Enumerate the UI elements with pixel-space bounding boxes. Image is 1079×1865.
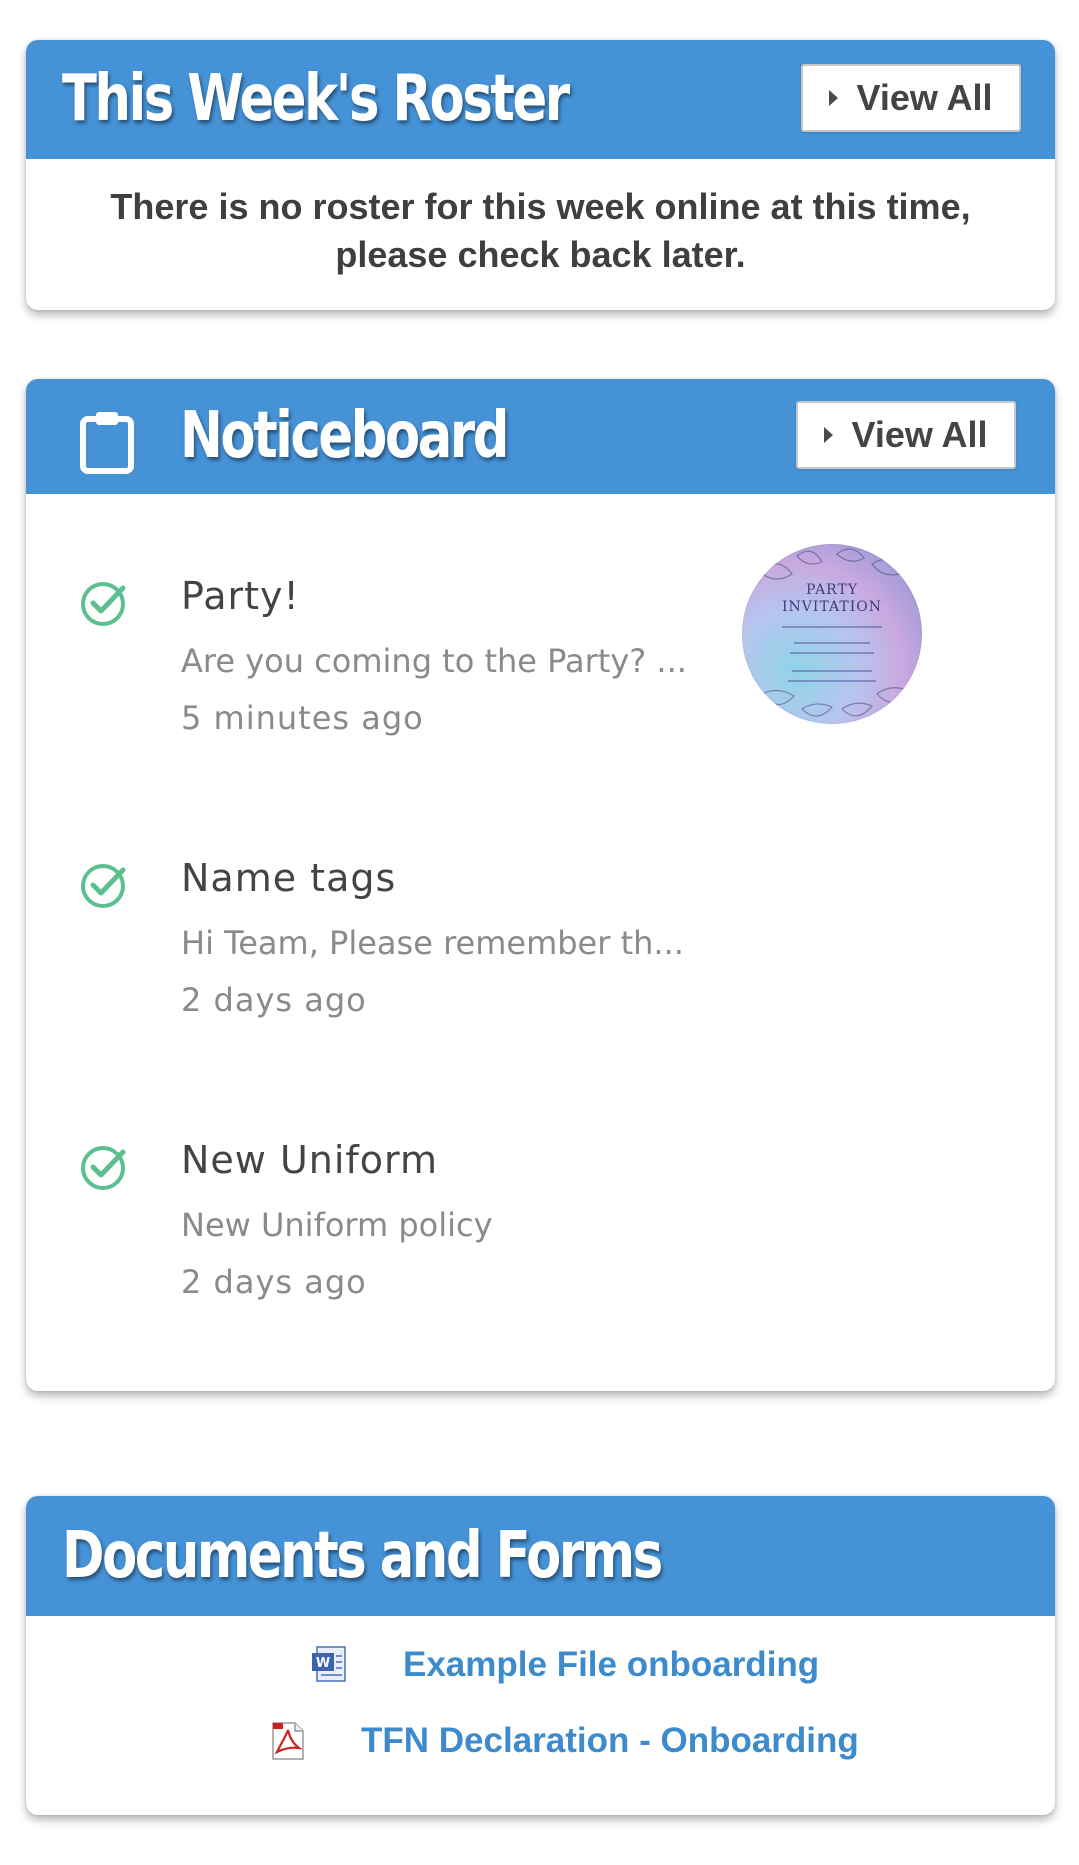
roster-view-all-button[interactable]: View All [801,64,1021,132]
thumbnail-title-line1: PARTY [805,582,859,598]
notice-preview: Hi Team, Please remember th... [181,924,684,962]
thumbnail-title: PARTY INVITATION [742,582,922,616]
notice-title: Name tags [181,856,397,900]
thumbnail-text-line [790,652,874,654]
play-icon [824,427,834,443]
document-link[interactable]: TFN Declaration - Onboarding [267,1720,859,1762]
thumbnail-title-line2: INVITATION [782,599,882,615]
noticeboard-card: Noticeboard View All Party! Are you comi… [26,379,1055,1391]
notice-time: 2 days ago [181,981,367,1019]
roster-card: This Week's Roster View All There is no … [26,40,1055,310]
thumbnail-text-line [788,680,876,682]
document-link-label[interactable]: TFN Declaration - Onboarding [361,1721,859,1761]
roster-message: There is no roster for this week online … [110,186,971,275]
notice-item[interactable]: Party! Are you coming to the Party? ... … [26,544,1055,774]
documents-header: Documents and Forms [26,1496,1055,1616]
documents-card: Documents and Forms W Example File onboa… [26,1496,1055,1815]
leaf-decoration-icon [761,548,908,717]
view-all-label: View All [851,414,988,455]
view-all-label: View All [856,77,993,118]
notice-time: 2 days ago [181,1263,367,1301]
notice-time: 5 minutes ago [181,699,424,737]
svg-text:W: W [316,1656,330,1671]
notice-preview: Are you coming to the Party? ... [181,642,687,680]
notice-preview: New Uniform policy [181,1206,493,1244]
check-circle-icon [81,1146,126,1190]
roster-header: This Week's Roster View All [26,40,1055,159]
pdf-document-icon [272,1722,304,1760]
play-icon [829,90,839,106]
thumbnail-text-line [792,670,872,672]
thumbnail-text-line [794,642,870,644]
document-link[interactable]: W Example File onboarding [309,1644,819,1686]
noticeboard-header: Noticeboard View All [26,379,1055,494]
notice-item[interactable]: Name tags Hi Team, Please remember th...… [26,856,1055,1056]
documents-list: W Example File onboarding TFN Declaratio… [26,1616,1055,1815]
notice-title: Party! [181,574,300,618]
document-link-label[interactable]: Example File onboarding [403,1645,819,1685]
notice-thumbnail[interactable]: PARTY INVITATION [742,544,922,724]
notice-item[interactable]: New Uniform New Uniform policy 2 days ag… [26,1138,1055,1338]
thumbnail-text-line [782,626,882,628]
noticeboard-title: Noticeboard [180,399,509,473]
clipboard-icon [80,412,134,474]
noticeboard-view-all-button[interactable]: View All [796,401,1016,469]
documents-title: Documents and Forms [62,1519,663,1593]
notice-list: Party! Are you coming to the Party? ... … [26,494,1055,1391]
notice-title: New Uniform [181,1138,439,1182]
roster-title: This Week's Roster [62,62,570,136]
check-circle-icon [81,582,126,626]
check-circle-icon [81,864,126,908]
word-document-icon: W [312,1646,346,1682]
